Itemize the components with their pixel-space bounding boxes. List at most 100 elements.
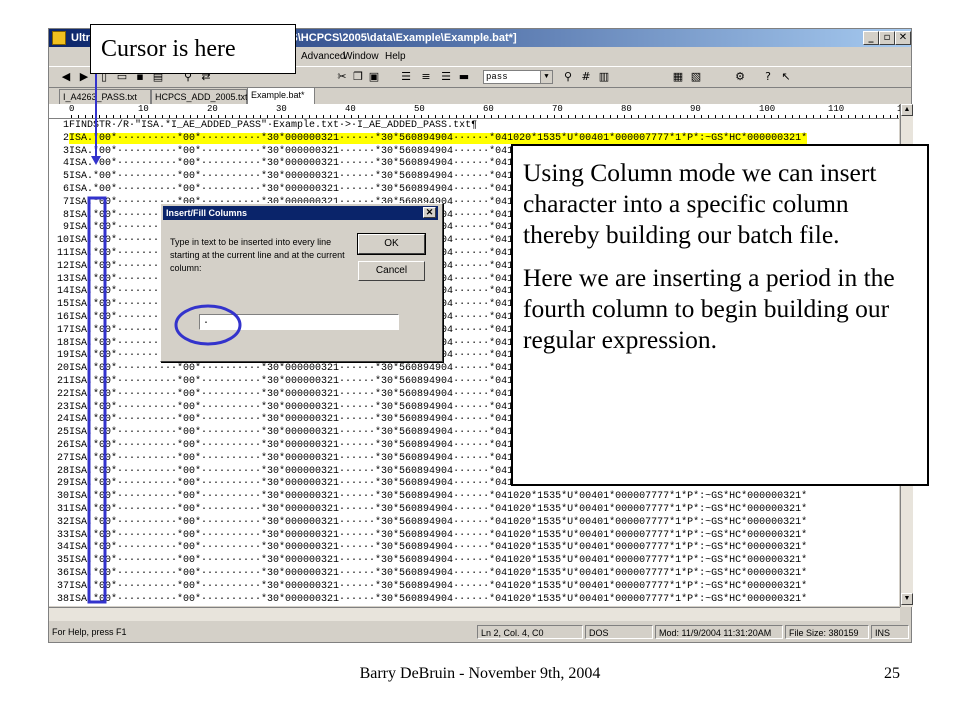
editor-line[interactable]: 30ISA.*00*··········*00*··········*30*00… bbox=[49, 490, 899, 503]
line-text: ISA.*00*··········*00*··········*30*0000… bbox=[69, 593, 808, 605]
line-number: 9 bbox=[62, 222, 69, 234]
horizontal-scrollbar[interactable] bbox=[49, 607, 900, 621]
line-number: 5 bbox=[62, 171, 69, 183]
tab-2[interactable]: HCPCS_ADD_2005.txt bbox=[151, 89, 248, 104]
editor-line[interactable]: 35ISA.*00*··········*00*··········*30*00… bbox=[49, 554, 899, 567]
line-number: 20 bbox=[56, 363, 69, 375]
menu-item[interactable]: Advanced bbox=[301, 48, 345, 66]
help-icon[interactable]: ? bbox=[761, 70, 775, 84]
dialog-title-bar: Insert/Fill Columns ✕ bbox=[163, 206, 438, 220]
editor-line[interactable]: 37ISA.*00*··········*00*··········*30*00… bbox=[49, 580, 899, 593]
ok-button[interactable]: OK bbox=[357, 233, 426, 255]
cursor-callout: Cursor is here bbox=[90, 24, 296, 74]
slide-footer: Barry DeBruin - November 9th, 2004 25 bbox=[0, 662, 960, 686]
status-modified: Mod: 11/9/2004 11:31:20AM bbox=[655, 625, 783, 639]
close-button[interactable]: ✕ bbox=[895, 31, 911, 45]
find-combo-value: pass bbox=[486, 72, 508, 82]
line-number: 13 bbox=[56, 273, 69, 285]
window-tile-icon[interactable]: ▦ bbox=[671, 70, 685, 84]
arrow-left-icon[interactable]: ◀ bbox=[59, 70, 73, 84]
line-number: 19 bbox=[56, 350, 69, 362]
align-left-icon[interactable]: ☰ bbox=[399, 70, 413, 84]
context-help-icon[interactable]: ↖ bbox=[779, 70, 793, 84]
find-combo[interactable]: pass ▼ bbox=[483, 70, 553, 84]
menu-item[interactable]: Window bbox=[343, 48, 379, 66]
justify-icon[interactable]: ▬ bbox=[457, 70, 471, 84]
copy-icon[interactable]: ❐ bbox=[351, 70, 365, 84]
align-center-icon[interactable]: ≡ bbox=[419, 70, 433, 84]
line-number: 8 bbox=[62, 209, 69, 221]
column-ruler: 0102030405060708090100110120 bbox=[49, 104, 913, 119]
settings-icon[interactable]: ⚙ bbox=[733, 70, 747, 84]
chevron-down-icon[interactable]: ▼ bbox=[540, 71, 552, 83]
editor-line[interactable]: 38ISA.*00*··········*00*··········*30*00… bbox=[49, 593, 899, 606]
line-number: 26 bbox=[56, 440, 69, 451]
line-number: 28 bbox=[56, 465, 69, 477]
editor-line[interactable]: 36ISA.*00*··········*00*··········*30*00… bbox=[49, 567, 899, 580]
ruler-label: 40 bbox=[345, 104, 356, 114]
menu-item[interactable]: Help bbox=[385, 48, 406, 66]
scroll-down-icon[interactable]: ▼ bbox=[901, 593, 913, 605]
line-number: 31 bbox=[56, 504, 69, 515]
line-number: 37 bbox=[56, 580, 69, 592]
hex-icon[interactable]: # bbox=[579, 70, 593, 84]
scroll-up-icon[interactable]: ▲ bbox=[901, 104, 913, 116]
line-text: ISA.*00*··········*00*··········*30*0000… bbox=[69, 580, 808, 592]
line-number: 29 bbox=[56, 478, 69, 490]
editor-line[interactable]: 34ISA.*00*··········*00*··········*30*00… bbox=[49, 541, 899, 554]
line-number: 36 bbox=[56, 568, 69, 579]
line-text: FINDSTR·/R·"ISA.*I_AE_ADDED_PASS"·Exampl… bbox=[69, 120, 478, 131]
ruler-label: 100 bbox=[759, 104, 776, 114]
line-text: ISA.*00*··········*00*··········*30*0000… bbox=[69, 568, 808, 579]
line-number: 4 bbox=[62, 158, 69, 170]
dialog-close-button[interactable]: ✕ bbox=[423, 207, 436, 218]
line-number: 32 bbox=[56, 516, 69, 528]
cancel-button[interactable]: Cancel bbox=[358, 261, 425, 281]
ruler-label: 30 bbox=[276, 104, 287, 114]
ruler-label: 80 bbox=[621, 104, 632, 114]
file-tabs: I_A4263_PASS.txt HCPCS_ADD_2005.txt Exampl… bbox=[49, 87, 911, 104]
minimize-button[interactable]: _ bbox=[863, 31, 879, 45]
ruler-label: 10 bbox=[138, 104, 149, 114]
line-number: 3 bbox=[62, 145, 69, 157]
line-text: ISA.*00*··········*00*··········*30*0000… bbox=[69, 555, 808, 567]
status-file-size: File Size: 380159 bbox=[785, 625, 869, 639]
status-position: Ln 2, Col. 4, C0 bbox=[477, 625, 583, 639]
editor-line[interactable]: 1FINDSTR·/R·"ISA.*I_AE_ADDED_PASS"·Examp… bbox=[49, 119, 899, 132]
ruler-label: 110 bbox=[828, 104, 845, 114]
line-text: ISA.*00*··········*00*··········*30*0000… bbox=[69, 529, 808, 541]
align-right-icon[interactable]: ☰ bbox=[439, 70, 453, 84]
arrow-right-icon[interactable]: ▶ bbox=[77, 70, 91, 84]
window-cascade-icon[interactable]: ▧ bbox=[689, 70, 703, 84]
find-in-files-icon[interactable]: ⚲ bbox=[561, 70, 575, 84]
editor-line[interactable]: 31ISA.*00*··········*00*··········*30*00… bbox=[49, 503, 899, 516]
editor-line[interactable]: 32ISA.*00*··········*00*··········*30*00… bbox=[49, 516, 899, 529]
line-number: 27 bbox=[56, 452, 69, 464]
paste-icon[interactable]: ▣ bbox=[367, 70, 381, 84]
status-format: DOS bbox=[585, 625, 653, 639]
ruler-label: 60 bbox=[483, 104, 494, 114]
tab-1[interactable]: I_A4263_PASS.txt bbox=[59, 89, 151, 104]
maximize-button[interactable]: ▫ bbox=[879, 31, 895, 45]
editor-line[interactable]: 33ISA.*00*··········*00*··········*30*00… bbox=[49, 529, 899, 542]
line-number: 33 bbox=[56, 529, 69, 541]
status-help: For Help, press F1 bbox=[52, 627, 127, 637]
column-mode-icon[interactable]: ▥ bbox=[597, 70, 611, 84]
line-number: 11 bbox=[56, 248, 69, 259]
line-text: ISA.*00*··········*00*··········*30*0000… bbox=[69, 132, 808, 144]
insert-text-input[interactable]: . bbox=[199, 314, 399, 330]
status-mode: INS bbox=[871, 625, 909, 639]
line-number: 16 bbox=[56, 312, 69, 323]
editor-line[interactable]: 2ISA.*00*··········*00*··········*30*000… bbox=[49, 132, 899, 145]
line-text: ISA.*00*··········*00*··········*30*0000… bbox=[69, 542, 808, 554]
cut-icon[interactable]: ✂ bbox=[335, 70, 349, 84]
line-number: 15 bbox=[56, 299, 69, 311]
line-number: 22 bbox=[56, 388, 69, 400]
app-icon bbox=[52, 31, 66, 45]
line-number: 17 bbox=[56, 324, 69, 336]
dialog-prompt: Type in text to be inserted into every l… bbox=[170, 237, 345, 273]
tab-3[interactable]: Example.bat* bbox=[247, 87, 315, 104]
line-number: 1 bbox=[62, 120, 69, 131]
info-paragraph-2: Here we are inserting a period in the fo… bbox=[523, 263, 895, 354]
line-number: 2 bbox=[62, 132, 69, 144]
